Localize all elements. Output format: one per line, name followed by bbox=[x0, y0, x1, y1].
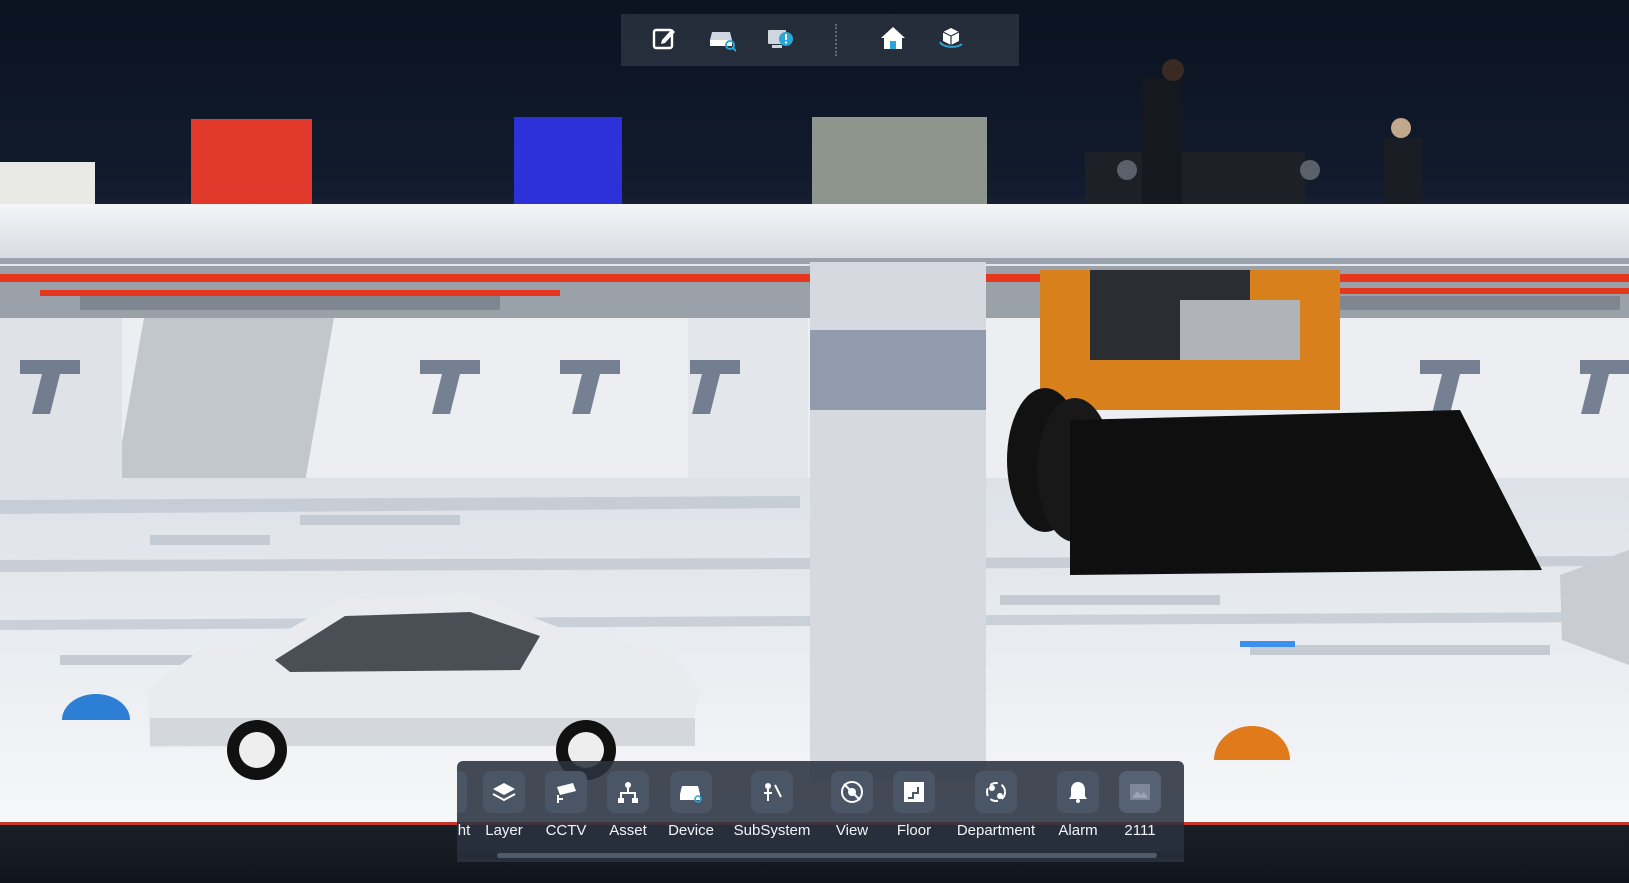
menu-label: 2111 bbox=[1124, 822, 1156, 839]
menu-label: Department bbox=[956, 822, 1036, 839]
menu-label: SubSystem bbox=[733, 822, 811, 839]
image-placeholder-icon bbox=[1119, 771, 1161, 813]
menu-item-asset[interactable]: Asset bbox=[597, 771, 659, 851]
bottom-menu-items: ht Layer CCTV Asset Device SubSystem Vie… bbox=[457, 771, 1171, 851]
light-icon bbox=[457, 771, 467, 813]
floor-marker bbox=[1240, 641, 1295, 647]
device-search-button[interactable] bbox=[693, 14, 751, 66]
alarm-icon bbox=[1057, 771, 1099, 813]
department-icon bbox=[975, 771, 1017, 813]
edit-icon bbox=[650, 24, 678, 57]
top-toolbar bbox=[621, 14, 1019, 66]
person-head bbox=[1162, 59, 1184, 81]
menu-item-cctv[interactable]: CCTV bbox=[535, 771, 597, 851]
menu-label: Asset bbox=[609, 822, 647, 839]
menu-item-layer[interactable]: Layer bbox=[473, 771, 535, 851]
parking-garage-scene bbox=[0, 59, 1629, 825]
bottom-menu-bar: ht Layer CCTV Asset Device SubSystem Vie… bbox=[457, 761, 1184, 862]
person-figure bbox=[1384, 138, 1422, 204]
ceiling-slab bbox=[0, 204, 1629, 264]
toolbar-separator bbox=[835, 24, 838, 56]
menu-label: ht bbox=[457, 822, 471, 839]
person-head bbox=[1391, 118, 1411, 138]
view-icon bbox=[831, 771, 873, 813]
device-alert-icon bbox=[766, 24, 794, 57]
scrollbar-thumb[interactable] bbox=[497, 853, 1157, 858]
cube-rotate-icon bbox=[937, 24, 965, 57]
menu-label: CCTV bbox=[545, 822, 587, 839]
person-figure bbox=[1142, 78, 1182, 204]
device-alert-button[interactable] bbox=[751, 14, 809, 66]
home-icon bbox=[879, 24, 907, 57]
menu-item-light[interactable]: ht bbox=[457, 771, 471, 851]
vehicle-light bbox=[1117, 160, 1137, 180]
red-pipe bbox=[40, 290, 560, 296]
red-box bbox=[191, 119, 312, 204]
3d-viewport[interactable]: ht Layer CCTV Asset Device SubSystem Vie… bbox=[0, 0, 1629, 883]
rotate-view-button[interactable] bbox=[922, 14, 980, 66]
roof-vehicle bbox=[1085, 152, 1305, 204]
floor-icon bbox=[893, 771, 935, 813]
menu-label: Alarm bbox=[1058, 822, 1098, 839]
menu-item-floor[interactable]: Floor bbox=[883, 771, 945, 851]
white-box bbox=[0, 162, 95, 204]
bottom-menu-scrollbar[interactable] bbox=[457, 853, 1184, 858]
menu-item-device[interactable]: Device bbox=[659, 771, 723, 851]
wall-shadow bbox=[115, 318, 334, 478]
subsystem-icon bbox=[751, 771, 793, 813]
asset-icon bbox=[607, 771, 649, 813]
device-search-icon bbox=[708, 24, 737, 57]
menu-label: Layer bbox=[485, 822, 523, 839]
duct bbox=[1300, 296, 1620, 310]
menu-item-alarm[interactable]: Alarm bbox=[1047, 771, 1109, 851]
wall-pillar bbox=[0, 318, 122, 480]
menu-label: Floor bbox=[896, 822, 932, 839]
center-column-shadow bbox=[810, 330, 986, 410]
layer-icon bbox=[483, 771, 525, 813]
menu-label: Device bbox=[668, 822, 714, 839]
cctv-icon bbox=[545, 771, 587, 813]
menu-item-department[interactable]: Department bbox=[945, 771, 1047, 851]
duct bbox=[80, 296, 500, 310]
menu-label: View bbox=[835, 822, 869, 839]
device-icon bbox=[670, 771, 712, 813]
menu-item-subsystem[interactable]: SubSystem bbox=[723, 771, 821, 851]
menu-item-2111[interactable]: 2111 bbox=[1109, 771, 1171, 851]
vehicle-light bbox=[1300, 160, 1320, 180]
home-button[interactable] bbox=[864, 14, 922, 66]
gray-box bbox=[812, 117, 987, 204]
edit-button[interactable] bbox=[635, 14, 693, 66]
menu-item-view[interactable]: View bbox=[821, 771, 883, 851]
blue-box bbox=[514, 117, 622, 204]
